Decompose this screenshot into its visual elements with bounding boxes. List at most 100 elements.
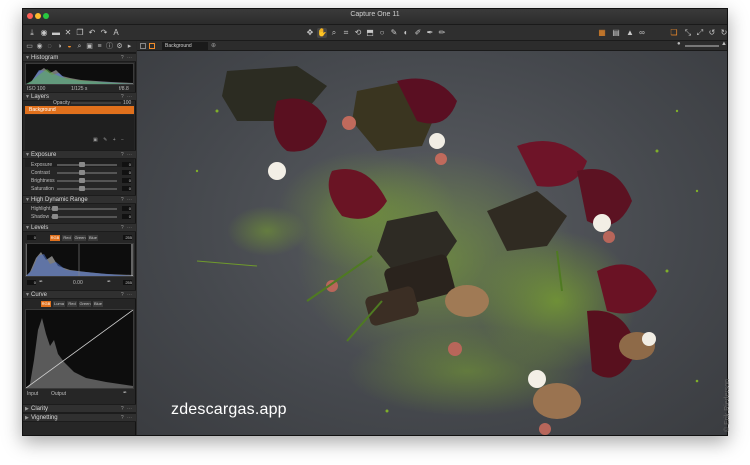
highlight-value[interactable]: 0 [122, 206, 131, 211]
layer-actions-icon[interactable]: ▣ ✎ + − [93, 137, 126, 143]
saturation-value[interactable]: 0 [122, 186, 131, 191]
levels-high-output[interactable]: 255 [123, 280, 132, 285]
shadow-knob[interactable] [52, 214, 58, 219]
browser-icon[interactable]: ▤ [611, 28, 621, 38]
grid-view-icon[interactable]: ▦ [597, 28, 607, 38]
reset-icon[interactable]: ↺ [707, 28, 717, 38]
warning-icon[interactable]: ▲ [625, 28, 635, 38]
exposure-value[interactable]: 0 [122, 162, 131, 167]
shadow-slider[interactable] [51, 216, 117, 218]
capture-tab-icon[interactable]: ◉ [35, 42, 44, 51]
undo-icon[interactable]: ↶ [87, 28, 97, 38]
refresh-icon[interactable]: ↻ [719, 28, 727, 38]
section-menu-icon[interactable]: ? ⋯ [121, 291, 133, 299]
levels-graph[interactable] [25, 243, 134, 277]
metadata-tab-icon[interactable]: ⓘ [105, 42, 114, 51]
section-menu-icon[interactable]: ? ⋯ [121, 414, 133, 422]
levels-picker-icon[interactable]: ✒ [39, 279, 43, 285]
curve-red-button[interactable]: Red [67, 301, 77, 307]
section-menu-icon[interactable]: ? ⋯ [121, 224, 133, 232]
clarity-header[interactable]: ▶ Clarity ? ⋯ [23, 404, 136, 413]
hdr-header[interactable]: ▼ High Dynamic Range ? ⋯ [23, 195, 136, 204]
brush-icon[interactable]: ✎ [389, 28, 399, 38]
apply-adjustments-icon[interactable]: ⤢ [695, 28, 705, 38]
exposure-knob[interactable] [79, 162, 85, 167]
camera-icon[interactable]: ◉ [39, 28, 49, 38]
vignetting-header[interactable]: ▶ Vignetting ? ⋯ [23, 413, 136, 422]
pan-icon[interactable]: ✥ [305, 28, 315, 38]
saturation-slider[interactable] [57, 188, 117, 190]
exposure-tab-icon[interactable]: ◒ [65, 42, 74, 51]
curve-rgb-button[interactable]: RGB [41, 301, 51, 307]
variant-selector[interactable]: Background [162, 42, 208, 50]
straighten-icon[interactable]: ⟲ [353, 28, 363, 38]
histogram-header[interactable]: ▼ Histogram ? ⋯ [23, 53, 136, 62]
output-tab-icon[interactable]: ⚙ [115, 42, 124, 51]
levels-red-button[interactable]: Red [62, 235, 72, 241]
levels-picker-white-icon[interactable]: ✒ [107, 279, 111, 285]
multi-view-icon[interactable] [149, 43, 155, 49]
contrast-slider[interactable] [57, 172, 117, 174]
curve-blue-button[interactable]: Blue [93, 301, 103, 307]
saturation-knob[interactable] [79, 186, 85, 191]
picker-icon[interactable]: ✒ [425, 28, 435, 38]
import-icon[interactable]: ⤓ [27, 28, 37, 38]
highlight-knob[interactable] [52, 206, 58, 211]
levels-header[interactable]: ▼ Levels ? ⋯ [23, 223, 136, 232]
hand-icon[interactable]: ✋ [317, 28, 327, 38]
zoom-slider[interactable] [685, 45, 719, 47]
levels-green-button[interactable]: Green [74, 235, 86, 241]
library-tab-icon[interactable]: ▭ [25, 42, 34, 51]
exposure-slider[interactable] [57, 164, 117, 166]
user-icon[interactable]: ● [677, 41, 681, 47]
delete-icon[interactable]: ✕ [63, 28, 73, 38]
keystone-icon[interactable]: ⬒ [365, 28, 375, 38]
adjustments-tab-icon[interactable]: ≡ [95, 42, 104, 51]
section-menu-icon[interactable]: ? ⋯ [121, 151, 133, 159]
local-adjustments-tab-icon[interactable]: ▣ [85, 42, 94, 51]
zoom-icon[interactable]: ⌕ [329, 28, 339, 38]
gradient-mask-icon[interactable]: ◐ [401, 28, 411, 38]
levels-low-value[interactable]: 0 [27, 235, 36, 240]
opacity-slider[interactable] [71, 102, 121, 104]
layers-header[interactable]: ▼ Layers ? ⋯ [23, 92, 136, 101]
section-menu-icon[interactable]: ? ⋯ [121, 405, 133, 413]
levels-mid-value[interactable]: 0.00 [73, 280, 83, 286]
spot-removal-icon[interactable]: ○ [377, 28, 387, 38]
crop-icon[interactable]: ⌗ [341, 28, 351, 38]
section-menu-icon[interactable]: ? ⋯ [121, 54, 133, 62]
lens-tab-icon[interactable]: ◌ [45, 42, 54, 51]
levels-rgb-button[interactable]: RGB [50, 235, 60, 241]
color-tab-icon[interactable]: ◑ [55, 42, 64, 51]
curve-graph[interactable] [25, 309, 134, 389]
curve-header[interactable]: ▼ Curve ? ⋯ [23, 290, 136, 299]
contrast-knob[interactable] [79, 170, 85, 175]
shadow-value[interactable]: 0 [122, 214, 131, 219]
brightness-value[interactable]: 0 [122, 178, 131, 183]
layers-view-icon[interactable]: ❏ [669, 28, 679, 38]
zoom-in-icon[interactable]: ▲ [721, 41, 727, 47]
single-view-icon[interactable] [140, 43, 146, 49]
copy-icon[interactable]: ❐ [75, 28, 85, 38]
curve-luma-button[interactable]: Luma [53, 301, 65, 307]
exposure-header[interactable]: ▼ Exposure ? ⋯ [23, 150, 136, 159]
levels-low-output[interactable]: 0 [27, 280, 36, 285]
copy-adjustments-icon[interactable]: ⤡ [683, 28, 693, 38]
folder-icon[interactable]: ▬ [51, 28, 61, 38]
eraser-icon[interactable]: ✐ [413, 28, 423, 38]
levels-high-value[interactable]: 255 [123, 235, 132, 240]
contrast-value[interactable]: 0 [122, 170, 131, 175]
text-icon[interactable]: A [111, 28, 121, 38]
variant-menu-icon[interactable]: ⊕ [211, 42, 216, 49]
batch-tab-icon[interactable]: ▸ [125, 42, 134, 51]
proof-icon[interactable]: ∞ [637, 28, 647, 38]
section-menu-icon[interactable]: ? ⋯ [121, 196, 133, 204]
curve-green-button[interactable]: Green [79, 301, 91, 307]
details-tab-icon[interactable]: ⌕ [75, 42, 84, 51]
levels-blue-button[interactable]: Blue [88, 235, 98, 241]
annotate-icon[interactable]: ✏ [437, 28, 447, 38]
highlight-slider[interactable] [51, 208, 117, 210]
curve-picker-icon[interactable]: ✒ [123, 390, 127, 396]
redo-icon[interactable]: ↷ [99, 28, 109, 38]
brightness-slider[interactable] [57, 180, 117, 182]
